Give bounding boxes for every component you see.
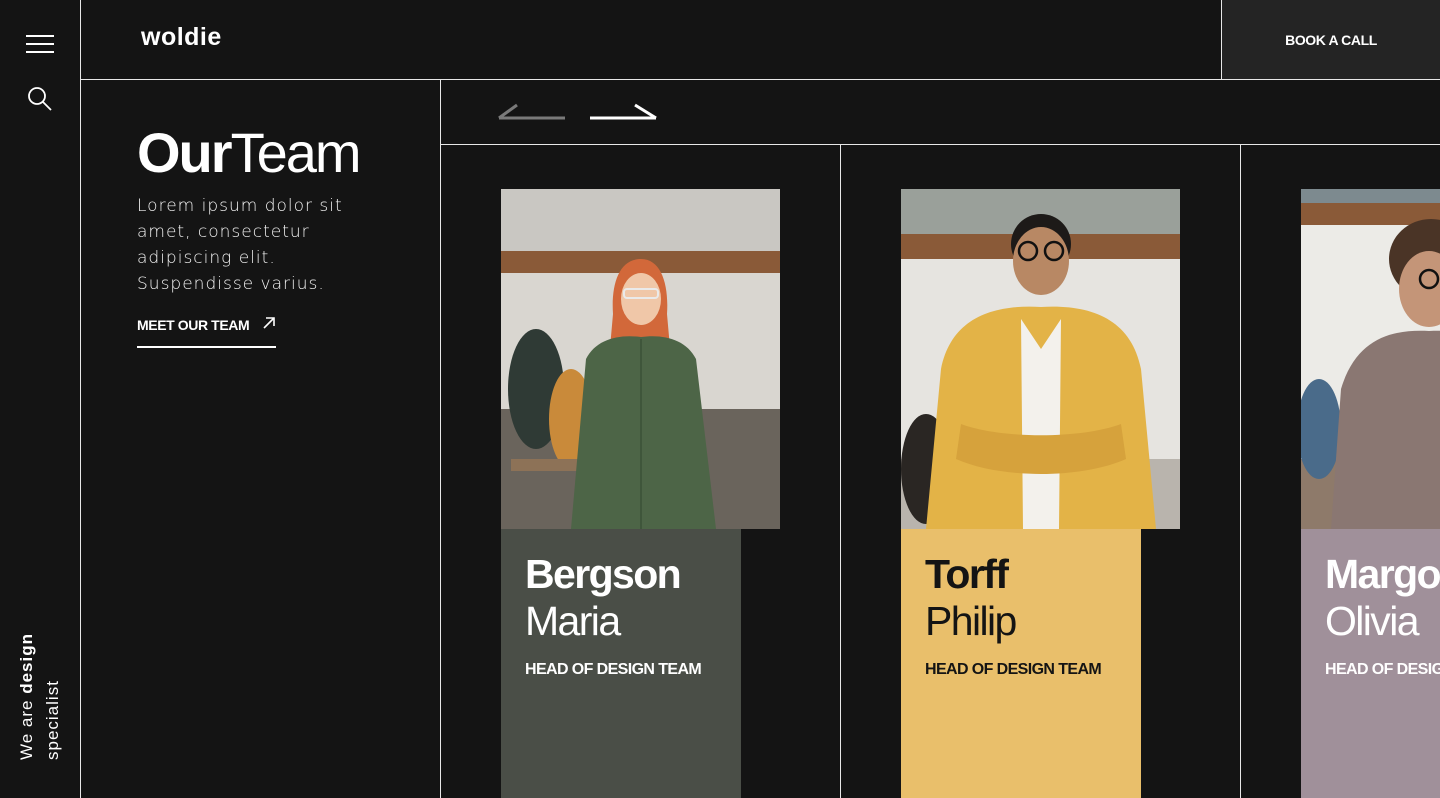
search-icon[interactable] [27,86,53,112]
meet-our-team-label: MEET OUR TEAM [137,317,250,333]
book-a-call-button[interactable]: BOOK A CALL [1222,0,1440,79]
intro-divider [440,80,441,798]
team-card[interactable]: Margo Olivia HEAD OF DESIGN TEAM [1301,189,1440,798]
meet-our-team-link[interactable]: MEET OUR TEAM [137,314,276,348]
member-role: HEAD OF DESIGN TEAM [525,661,702,678]
rail-tagline: We are design specialist [14,590,66,760]
member-first-name: Maria [525,598,621,644]
team-member-info: Margo Olivia HEAD OF DESIGN TEAM [1301,529,1440,798]
arrow-right-icon[interactable] [589,103,659,121]
tagline-bold: design [17,632,36,694]
member-surname: Torff [925,551,1009,597]
card-column-divider-2 [1240,145,1241,798]
title-regular: Team [230,121,362,184]
team-member-info: Torff Philip HEAD OF DESIGN TEAM [901,529,1141,798]
section-title: OurTeam [137,120,362,186]
rail-divider [80,0,81,798]
member-surname: Bergson [525,551,682,597]
hamburger-icon[interactable] [26,35,54,53]
tagline-prefix: We are [17,693,36,761]
member-surname: Margo [1325,551,1440,597]
tagline-suffix: specialist [43,680,62,760]
title-bold: Our [137,121,233,184]
brand-logo[interactable]: woldie [141,23,222,52]
team-photo [1301,189,1440,529]
arrow-up-right-icon [263,317,275,329]
team-member-info: Bergson Maria HEAD OF DESIGN TEAM [501,529,741,798]
member-first-name: Olivia [1325,598,1420,644]
team-card[interactable]: Bergson Maria HEAD OF DESIGN TEAM [501,189,781,798]
side-rail: We are design specialist [0,0,80,798]
card-column-divider-1 [840,145,841,798]
member-role: HEAD OF DESIGN TEAM [925,661,1102,678]
slider-controls-divider [441,144,1440,145]
team-card[interactable]: Torff Philip HEAD OF DESIGN TEAM [901,189,1181,798]
team-photo [501,189,780,529]
member-role: HEAD OF DESIGN TEAM [1325,661,1440,678]
header-bottom-divider [80,79,1440,80]
intro-text: Lorem ipsum dolor sit amet, consectetur … [137,196,343,294]
team-photo [901,189,1180,529]
arrow-left-icon[interactable] [497,103,567,121]
member-first-name: Philip [925,598,1017,644]
